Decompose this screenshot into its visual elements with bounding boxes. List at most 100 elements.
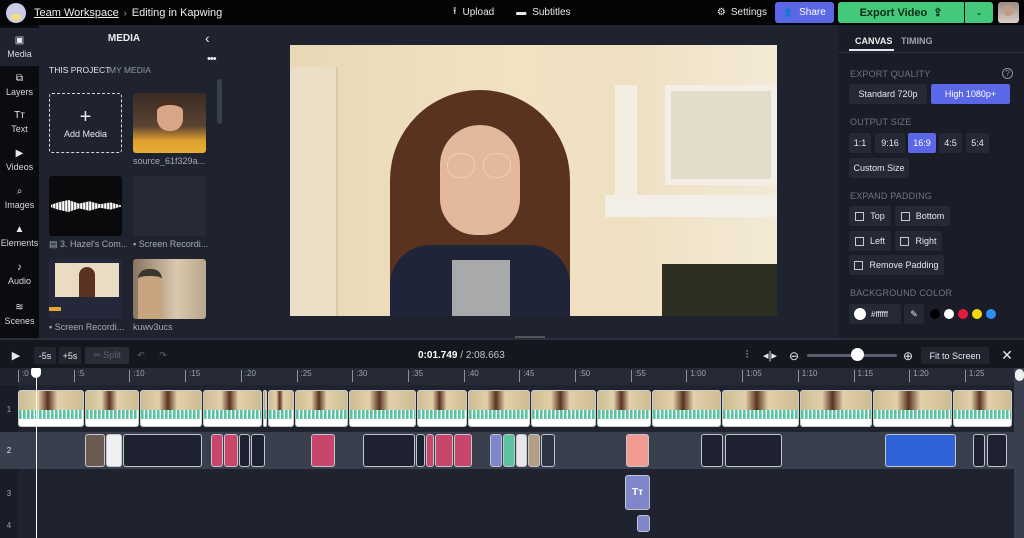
workspace-logo-icon[interactable] — [6, 2, 26, 23]
text-clip[interactable] — [637, 515, 650, 532]
media-thumbnail[interactable] — [49, 176, 122, 236]
quality-standard-button[interactable]: Standard 720p — [849, 84, 927, 104]
rail-item-text[interactable]: Tт Text — [0, 103, 39, 141]
rail-item-media[interactable]: ▣ Media — [0, 28, 39, 66]
overlay-clip[interactable] — [516, 434, 527, 467]
tab-my-media[interactable]: MY MEDIA — [109, 65, 151, 75]
subtitles-button[interactable]: ▬ Subtitles — [516, 7, 570, 18]
rail-item-scenes[interactable]: ≋ Scenes — [0, 295, 39, 333]
tab-canvas[interactable]: CANVAS — [855, 36, 892, 46]
overlay-clip[interactable] — [885, 434, 956, 467]
user-avatar[interactable] — [998, 2, 1019, 23]
swatch-black[interactable] — [930, 309, 940, 319]
rail-item-elements[interactable]: ▲ Elements — [0, 217, 39, 255]
video-clip[interactable] — [18, 390, 84, 427]
tab-timing[interactable]: TIMING — [901, 36, 933, 46]
swatch-white[interactable] — [944, 309, 954, 319]
export-options-dropdown[interactable]: ⌄ — [965, 2, 993, 23]
padding-left-checkbox[interactable]: Left — [849, 231, 891, 251]
media-scrollbar[interactable] — [217, 79, 222, 124]
export-video-button[interactable]: Export Video ⇪ — [838, 2, 964, 23]
snap-toggle[interactable]: ⫶ — [738, 347, 756, 364]
media-thumbnail[interactable] — [49, 259, 122, 319]
redo-button[interactable]: ↷ — [156, 347, 170, 364]
overlay-clip[interactable] — [211, 434, 223, 467]
padding-bottom-checkbox[interactable]: Bottom — [895, 206, 950, 226]
padding-right-checkbox[interactable]: Right — [895, 231, 942, 251]
remove-padding-checkbox[interactable]: Remove Padding — [849, 255, 944, 275]
forward-5s-button[interactable]: +5s — [59, 347, 81, 364]
video-clip[interactable] — [295, 390, 348, 427]
video-clip[interactable] — [531, 390, 596, 427]
overlay-clip[interactable] — [626, 434, 649, 467]
overlay-clip[interactable] — [251, 434, 265, 467]
size-5-4-button[interactable]: 5:4 — [966, 133, 989, 153]
overlay-clip[interactable] — [416, 434, 425, 467]
overlay-clip[interactable] — [454, 434, 472, 467]
overlay-clip[interactable] — [701, 434, 723, 467]
video-clip[interactable] — [263, 390, 267, 427]
overlay-clip[interactable] — [426, 434, 434, 467]
swatch-yellow[interactable] — [972, 309, 982, 319]
overlay-clip[interactable] — [106, 434, 122, 467]
playhead-handle[interactable] — [31, 368, 41, 378]
share-button[interactable]: 👤 Share — [775, 2, 834, 23]
text-clip[interactable]: Tт — [625, 475, 650, 510]
help-icon[interactable]: ? — [1002, 68, 1013, 79]
video-clip[interactable] — [349, 390, 416, 427]
split-at-playhead-button[interactable]: ◂|▸ — [761, 347, 779, 364]
video-clip[interactable] — [85, 390, 139, 427]
swatch-blue[interactable] — [986, 309, 996, 319]
timeline-scrollbar-thumb[interactable] — [1015, 369, 1024, 381]
overlay-clip[interactable] — [490, 434, 502, 467]
video-clip[interactable] — [140, 390, 202, 427]
video-clip[interactable] — [873, 390, 952, 427]
overlay-clip[interactable] — [528, 434, 540, 467]
rail-item-layers[interactable]: ⧉ Layers — [0, 66, 39, 104]
size-4-5-button[interactable]: 4:5 — [939, 133, 962, 153]
media-thumbnail[interactable] — [133, 93, 206, 153]
rail-item-videos[interactable]: ▶ Videos — [0, 141, 39, 179]
overlay-clip[interactable] — [973, 434, 985, 467]
overlay-clip[interactable] — [725, 434, 782, 467]
overlay-clip[interactable] — [123, 434, 202, 467]
timeline-ruler[interactable]: :0:5:10:15:20:25:30:35:40:45:50:55 1:00 1:… — [18, 368, 1024, 385]
overlay-clip[interactable] — [503, 434, 515, 467]
zoom-in-button[interactable]: ⊕ — [900, 347, 916, 364]
video-clip[interactable] — [268, 390, 294, 427]
rail-item-images[interactable]: ⌕ Images — [0, 179, 39, 217]
video-clip[interactable] — [722, 390, 799, 427]
media-thumbnail[interactable] — [133, 176, 206, 236]
timeline-scrollbar[interactable] — [1014, 368, 1024, 538]
close-timeline-button[interactable]: ✕ — [998, 347, 1016, 364]
overlay-clip[interactable] — [363, 434, 415, 467]
size-9-16-button[interactable]: 9:16 — [875, 133, 905, 153]
swatch-red[interactable] — [958, 309, 968, 319]
settings-button[interactable]: ⚙ Settings — [717, 7, 767, 18]
custom-size-button[interactable]: Custom Size — [849, 158, 909, 178]
quality-high-button[interactable]: High 1080p+ — [931, 84, 1010, 104]
video-clip[interactable] — [203, 390, 262, 427]
overlay-clip[interactable] — [435, 434, 453, 467]
zoom-slider-handle[interactable] — [850, 348, 864, 361]
overlay-clip[interactable] — [311, 434, 335, 467]
overlay-clip[interactable] — [239, 434, 250, 467]
video-clip[interactable] — [468, 390, 530, 427]
background-color-picker[interactable]: #ffffff — [849, 304, 901, 324]
add-media-button[interactable]: + Add Media — [49, 93, 122, 153]
fit-to-screen-button[interactable]: Fit to Screen — [921, 347, 989, 364]
video-clip[interactable] — [800, 390, 872, 427]
media-thumbnail[interactable] — [133, 259, 206, 319]
rail-item-audio[interactable]: ♪ Audio — [0, 255, 39, 293]
padding-top-checkbox[interactable]: Top — [849, 206, 891, 226]
split-button[interactable]: ✂ Split — [85, 347, 129, 364]
tab-this-project[interactable]: THIS PROJECT — [49, 65, 110, 75]
overlay-clip[interactable] — [224, 434, 238, 467]
more-options-icon[interactable]: ••• — [207, 53, 217, 65]
video-preview[interactable] — [290, 45, 777, 316]
play-button[interactable]: ▶ — [8, 347, 24, 364]
project-title[interactable]: Editing in Kapwing — [132, 7, 223, 19]
zoom-out-button[interactable]: ⊖ — [786, 347, 802, 364]
eyedropper-button[interactable]: ✎ — [904, 304, 924, 324]
undo-button[interactable]: ↶ — [134, 347, 148, 364]
